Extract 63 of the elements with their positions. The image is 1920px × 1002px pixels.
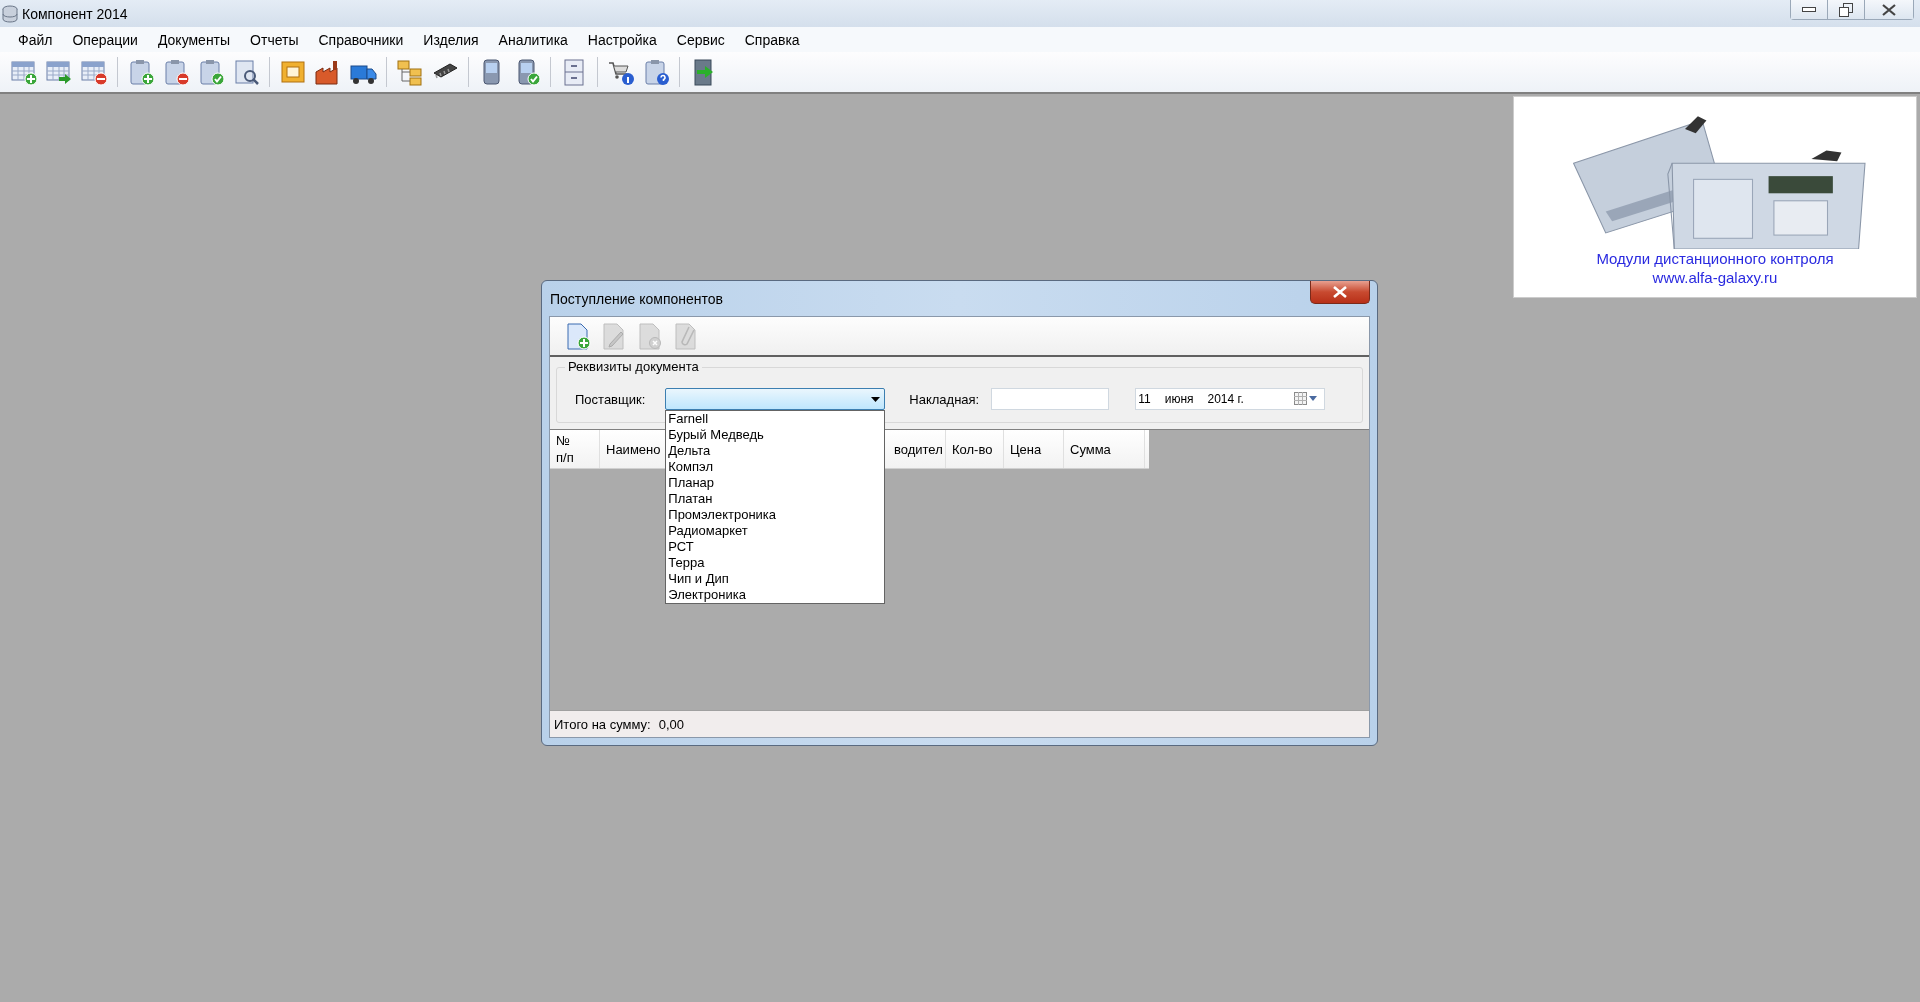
dropdown-option[interactable]: Чип и Дип bbox=[666, 571, 885, 587]
dropdown-option[interactable]: Платан bbox=[666, 491, 885, 507]
dropdown-option[interactable]: Бурый Медведь bbox=[666, 427, 885, 443]
dropdown-option[interactable]: Компэл bbox=[666, 459, 885, 475]
supplier-label: Поставщик: bbox=[575, 391, 646, 407]
dropdown-option[interactable]: Электроника bbox=[666, 587, 885, 603]
close-button[interactable] bbox=[1310, 281, 1370, 304]
menu-item[interactable]: Аналитика bbox=[488, 29, 578, 50]
dropdown-option[interactable]: Дельта bbox=[666, 443, 885, 459]
restore-button[interactable] bbox=[1828, 0, 1865, 19]
dropdown-option[interactable]: Радиомаркет bbox=[666, 523, 885, 539]
menu-item[interactable]: Документы bbox=[147, 29, 241, 50]
document-search-icon[interactable] bbox=[232, 58, 260, 86]
column-header[interactable]: водител bbox=[888, 430, 946, 468]
app-icon bbox=[2, 4, 18, 23]
frame-icon[interactable] bbox=[279, 58, 307, 86]
column-header[interactable]: Цена bbox=[1004, 430, 1064, 468]
clipboard-add-icon[interactable] bbox=[127, 58, 155, 86]
calendar-icon bbox=[1294, 392, 1319, 406]
menu-item[interactable]: Настройка bbox=[577, 29, 667, 50]
menu-item[interactable]: Сервис bbox=[666, 29, 735, 50]
dialog-title: Поступление компонентов bbox=[549, 290, 724, 307]
column-header[interactable]: Сумма bbox=[1064, 430, 1145, 468]
calendar-add-icon[interactable] bbox=[10, 58, 38, 86]
dropdown-option[interactable]: Планар bbox=[666, 475, 885, 491]
ad-banner[interactable]: Модули дистанционного контроля www.alfa-galaxy.ru bbox=[1513, 96, 1917, 298]
supplier-dropdown[interactable] bbox=[665, 388, 886, 410]
column-header[interactable]: Кол-во bbox=[946, 430, 1004, 468]
dropdown-option[interactable]: Промэлектроника bbox=[666, 507, 885, 523]
column-header[interactable]: № п/п bbox=[550, 430, 600, 468]
menu-item[interactable]: Операции bbox=[62, 29, 148, 50]
close-icon bbox=[1882, 3, 1896, 16]
minimize-icon bbox=[1802, 6, 1816, 13]
add-document-icon[interactable] bbox=[564, 322, 592, 350]
menu-item[interactable]: Справочники bbox=[308, 29, 414, 50]
folder-tree-icon[interactable] bbox=[396, 58, 424, 86]
dropdown-option[interactable]: Терра bbox=[666, 555, 885, 571]
menu-item[interactable]: Файл bbox=[8, 29, 63, 50]
invoice-label: Накладная: bbox=[909, 391, 980, 407]
total-label: Итого на сумму: bbox=[554, 716, 651, 732]
restore-icon bbox=[1839, 2, 1853, 17]
menu-item[interactable]: Изделия bbox=[413, 29, 489, 50]
clipboard-check-icon[interactable] bbox=[197, 58, 225, 86]
calendar-arrow-icon[interactable] bbox=[45, 58, 73, 86]
window-title: Компонент 2014 bbox=[22, 5, 129, 22]
column-header[interactable]: Наимено bbox=[600, 430, 666, 468]
invoice-field[interactable] bbox=[991, 388, 1110, 410]
caret-icon bbox=[871, 396, 881, 402]
menu-item[interactable]: Справка bbox=[734, 29, 810, 50]
total-value: 0,00 bbox=[658, 716, 684, 732]
close-button[interactable] bbox=[1865, 0, 1913, 19]
dropdown-option[interactable]: РСТ bbox=[666, 539, 885, 555]
ad-caption: Модули дистанционного контроля bbox=[1596, 249, 1834, 268]
clipboard-help-icon[interactable] bbox=[642, 58, 670, 86]
ad-link[interactable]: www.alfa-galaxy.ru bbox=[1652, 268, 1778, 287]
minimize-button[interactable] bbox=[1791, 0, 1828, 19]
calendar-remove-icon[interactable] bbox=[80, 58, 108, 86]
date-picker[interactable]: 11 июня 2014 г. bbox=[1135, 388, 1326, 410]
menu-item[interactable]: Отчеты bbox=[240, 29, 309, 50]
group-title: Реквизиты документа bbox=[565, 359, 702, 374]
clipboard-remove-icon[interactable] bbox=[162, 58, 190, 86]
dropdown-option[interactable]: Farnell bbox=[666, 411, 885, 427]
close-icon bbox=[1333, 286, 1347, 298]
